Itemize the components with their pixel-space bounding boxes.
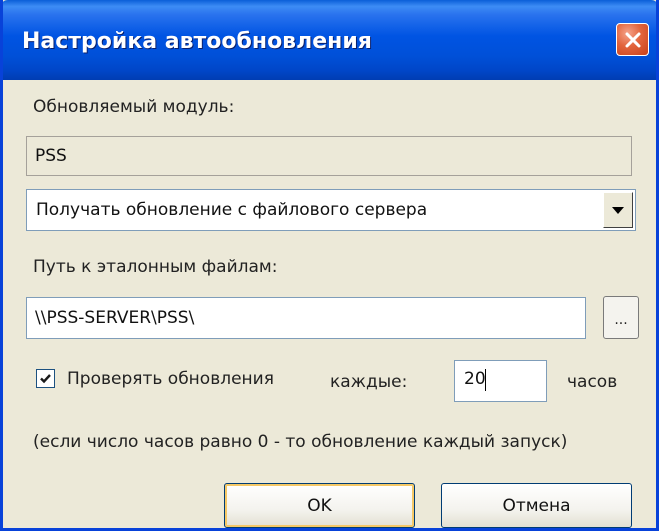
text-caret bbox=[485, 369, 486, 391]
title-bar[interactable]: Настройка автообновления bbox=[3, 0, 656, 80]
checkmark-icon bbox=[40, 374, 51, 384]
module-value: PSS bbox=[35, 146, 67, 166]
path-input[interactable]: \\PSS-SERVER\PSS\ bbox=[26, 297, 586, 339]
update-source-value: Получать обновление с файлового сервера bbox=[36, 200, 428, 220]
update-source-select[interactable]: Получать обновление с файлового сервера bbox=[26, 189, 636, 231]
every-label: каждые: bbox=[330, 372, 408, 392]
check-updates-checkbox[interactable] bbox=[36, 369, 55, 388]
window-title: Настройка автообновления bbox=[22, 29, 372, 54]
path-label: Путь к эталонным файлам: bbox=[33, 257, 278, 277]
module-label: Обновляемый модуль: bbox=[33, 97, 235, 117]
browse-button[interactable]: ... bbox=[603, 296, 639, 339]
path-value: \\PSS-SERVER\PSS\ bbox=[35, 308, 195, 328]
dropdown-button[interactable] bbox=[603, 192, 633, 228]
ok-button[interactable]: OK bbox=[224, 483, 415, 528]
hours-unit-label: часов bbox=[567, 372, 618, 392]
chevron-down-icon bbox=[612, 207, 624, 214]
hours-value: 20 bbox=[464, 369, 486, 389]
hours-input[interactable]: 20 bbox=[454, 360, 547, 402]
hint-note: (если число часов равно 0 - то обновлени… bbox=[33, 432, 568, 452]
check-updates-label[interactable]: Проверять обновления bbox=[67, 369, 274, 389]
module-field: PSS bbox=[26, 136, 632, 176]
close-icon bbox=[625, 32, 640, 47]
settings-dialog: Настройка автообновления Обновляемый мод… bbox=[0, 0, 659, 531]
cancel-button[interactable]: Отмена bbox=[441, 483, 632, 528]
close-button[interactable] bbox=[616, 23, 649, 56]
